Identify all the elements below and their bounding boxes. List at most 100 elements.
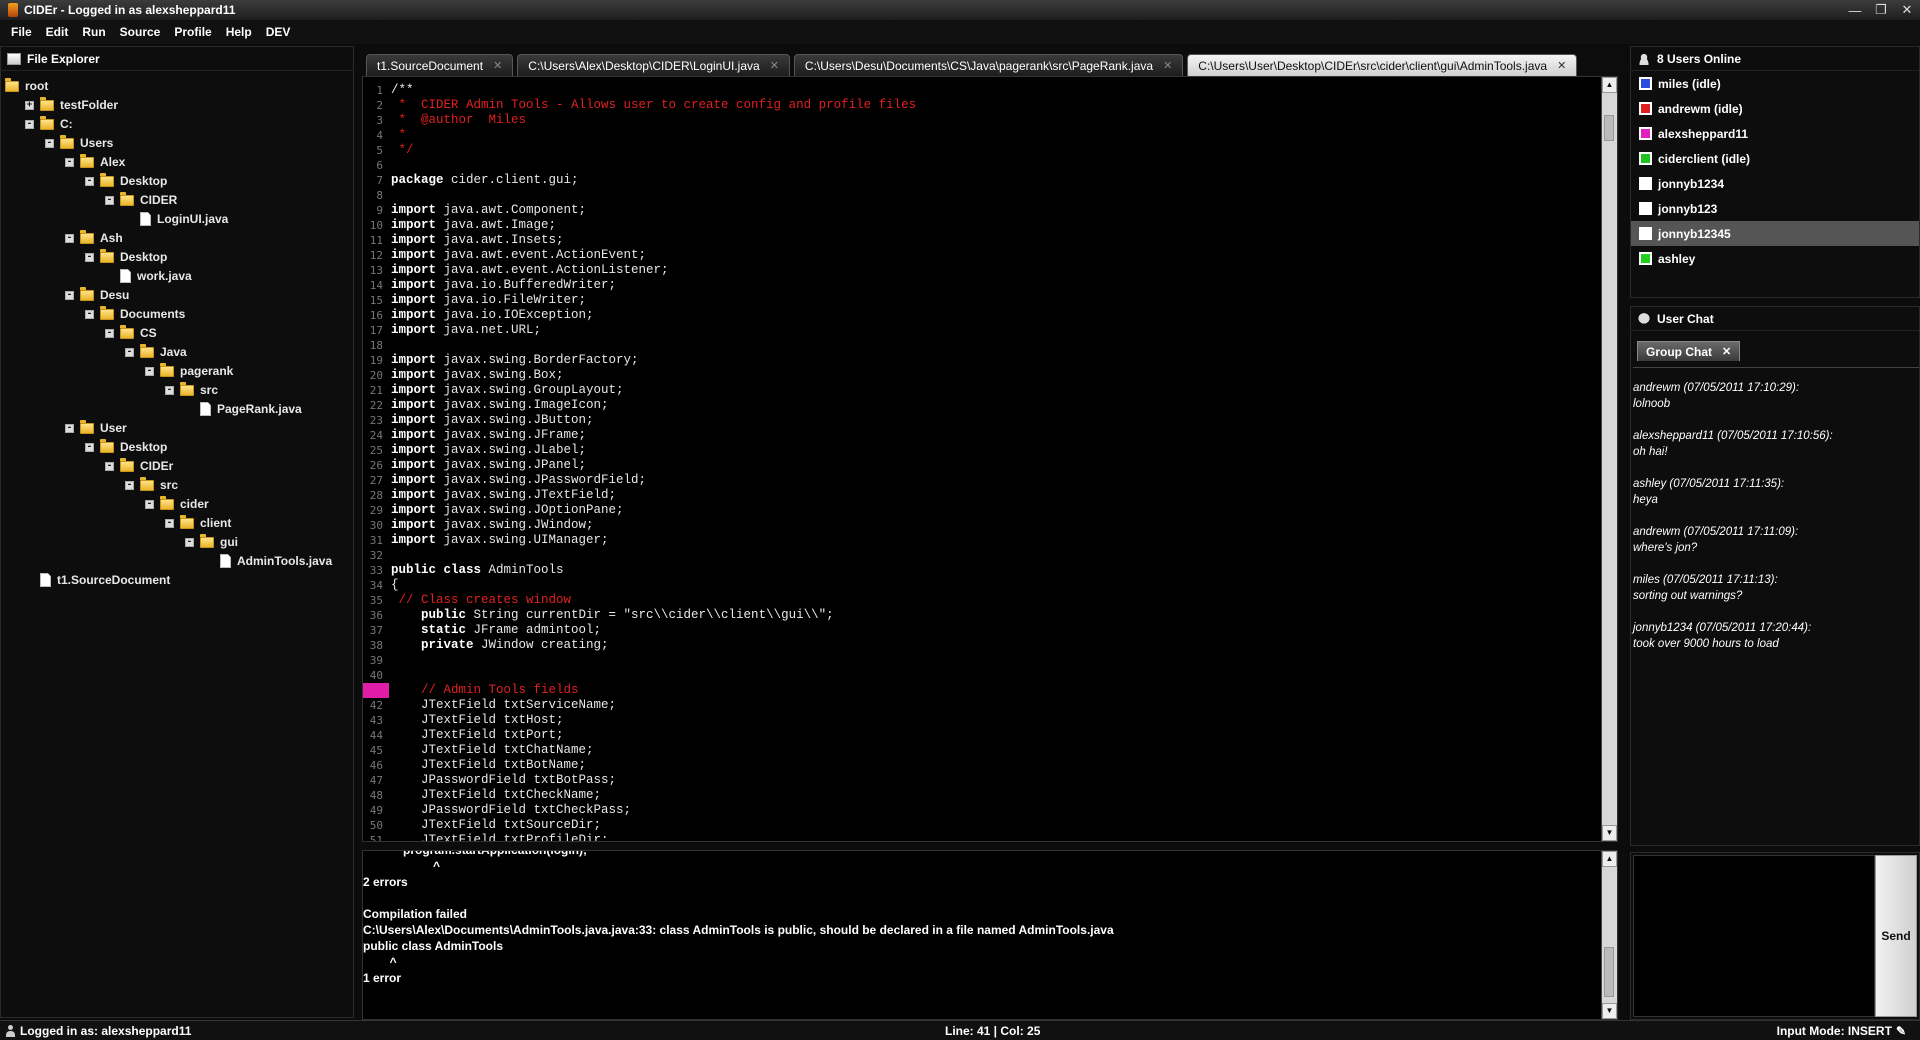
tree-folder[interactable]: - Ash	[65, 229, 123, 247]
send-button[interactable]: Send	[1875, 855, 1917, 1017]
chat-message-header: miles (07/05/2011 17:11:13):	[1633, 574, 1778, 586]
tree-folder[interactable]: - gui	[185, 533, 238, 551]
menu-help[interactable]: Help	[219, 25, 259, 39]
line-number: 21	[369, 384, 383, 397]
tree-item-label: Ash	[100, 231, 123, 245]
scroll-up-icon[interactable]: ▲	[1602, 851, 1617, 867]
close-icon[interactable]: ✕	[1722, 345, 1731, 358]
tree-folder[interactable]: - CIDER	[105, 191, 177, 209]
code-area[interactable]: /** * CIDER Admin Tools - Allows user to…	[391, 83, 1591, 841]
collapse-icon[interactable]: -	[25, 119, 34, 129]
tree-file[interactable]: AdminTools.java	[205, 552, 332, 570]
expand-icon[interactable]: +	[25, 100, 34, 110]
tree-folder[interactable]: - src	[165, 381, 218, 399]
user-name: jonnyb12345	[1658, 226, 1731, 241]
tree-folder[interactable]: - Documents	[85, 305, 185, 323]
user-list-item[interactable]: jonnyb1234	[1631, 171, 1919, 196]
close-icon[interactable]: ✕	[1898, 2, 1916, 18]
user-list-item[interactable]: jonnyb123	[1631, 196, 1919, 221]
editor-scrollbar[interactable]: ▲ ▼	[1601, 77, 1617, 841]
tree-file[interactable]: LoginUI.java	[125, 210, 228, 228]
user-list: miles (idle) andrewm (idle) alexsheppard11…	[1631, 71, 1919, 271]
menu-dev[interactable]: DEV	[259, 25, 298, 39]
collapse-icon[interactable]: -	[45, 138, 54, 148]
tree-folder[interactable]: - Desktop	[85, 438, 167, 456]
collapse-icon[interactable]: -	[85, 442, 94, 452]
collapse-icon[interactable]: -	[65, 423, 74, 433]
editor-tab[interactable]: C:\Users\Alex\Desktop\CIDER\LoginUI.java…	[517, 54, 790, 76]
tree-folder[interactable]: - client	[165, 514, 231, 532]
collapse-icon[interactable]: -	[145, 499, 154, 509]
collapse-icon[interactable]: -	[105, 195, 114, 205]
scroll-down-icon[interactable]: ▼	[1602, 825, 1617, 841]
editor-scroll-thumb[interactable]	[1604, 115, 1614, 141]
tree-folder[interactable]: - User	[65, 419, 127, 437]
menu-edit[interactable]: Edit	[39, 25, 76, 39]
tree-folder[interactable]: - Java	[125, 343, 187, 361]
collapse-icon[interactable]: -	[85, 252, 94, 262]
tree-folder[interactable]: - pagerank	[145, 362, 233, 380]
close-icon[interactable]: ✕	[493, 59, 502, 72]
user-list-item[interactable]: ciderclient (idle)	[1631, 146, 1919, 171]
console-scroll-thumb[interactable]	[1604, 947, 1614, 997]
tree-folder[interactable]: - Desktop	[85, 248, 167, 266]
user-list-item[interactable]: jonnyb12345	[1631, 221, 1919, 246]
close-icon[interactable]: ✕	[770, 59, 779, 72]
user-list-item[interactable]: miles (idle)	[1631, 71, 1919, 96]
compiler-console[interactable]: program.startApplication(login); ^ 2 erro…	[362, 850, 1618, 1020]
tree-folder[interactable]: - Users	[45, 134, 113, 152]
editor-tab[interactable]: t1.SourceDocument ✕	[366, 54, 514, 76]
collapse-icon[interactable]: -	[85, 309, 94, 319]
line-number: 37	[369, 624, 383, 637]
code-line: package cider.client.gui;	[391, 173, 579, 187]
user-list-item[interactable]: ashley	[1631, 246, 1919, 271]
line-number: 10	[369, 219, 383, 232]
user-list-item[interactable]: andrewm (idle)	[1631, 96, 1919, 121]
tab-group-chat[interactable]: Group Chat ✕	[1637, 341, 1741, 361]
collapse-icon[interactable]: -	[185, 537, 194, 547]
tree-folder[interactable]: - src	[125, 476, 178, 494]
tree-folder[interactable]: - C:	[25, 115, 73, 133]
close-icon[interactable]: ✕	[1557, 59, 1566, 72]
tree-folder[interactable]: - CIDEr	[105, 457, 173, 475]
user-list-item[interactable]: alexsheppard11	[1631, 121, 1919, 146]
menu-profile[interactable]: Profile	[167, 25, 218, 39]
menu-file[interactable]: File	[4, 25, 39, 39]
editor-tab[interactable]: C:\Users\Desu\Documents\CS\Java\pagerank…	[793, 54, 1184, 76]
editor-tab[interactable]: C:\Users\User\Desktop\CIDEr\src\cider\cl…	[1187, 54, 1578, 76]
tree-folder[interactable]: - Desktop	[85, 172, 167, 190]
line-number: 46	[369, 759, 383, 772]
collapse-icon[interactable]: -	[165, 518, 174, 528]
collapse-icon[interactable]: -	[125, 480, 134, 490]
tree-file[interactable]: t1.SourceDocument	[25, 571, 170, 589]
console-scrollbar[interactable]: ▲ ▼	[1601, 851, 1617, 1019]
tree-folder[interactable]: - cider	[145, 495, 209, 513]
restore-icon[interactable]: ❐	[1872, 2, 1890, 18]
scroll-up-icon[interactable]: ▲	[1602, 77, 1617, 93]
collapse-icon[interactable]: -	[105, 328, 114, 338]
close-icon[interactable]: ✕	[1163, 59, 1172, 72]
tree-folder[interactable]: + testFolder	[25, 96, 118, 114]
collapse-icon[interactable]: -	[65, 290, 74, 300]
menu-run[interactable]: Run	[75, 25, 112, 39]
collapse-icon[interactable]: -	[125, 347, 134, 357]
collapse-icon[interactable]: -	[65, 157, 74, 167]
minimize-icon[interactable]: —	[1846, 3, 1864, 18]
collapse-icon[interactable]: -	[105, 461, 114, 471]
tree-folder[interactable]: - Alex	[65, 153, 125, 171]
title-bar: CIDEr - Logged in as alexsheppard11 — ❐ …	[0, 0, 1920, 20]
tree-folder[interactable]: root	[5, 77, 48, 95]
collapse-icon[interactable]: -	[165, 385, 174, 395]
scroll-down-icon[interactable]: ▼	[1602, 1003, 1617, 1019]
tree-file[interactable]: PageRank.java	[185, 400, 302, 418]
code-line: import javax.swing.JPanel;	[391, 458, 587, 472]
menu-source[interactable]: Source	[113, 25, 168, 39]
tree-folder[interactable]: - Desu	[65, 286, 129, 304]
tree-file[interactable]: work.java	[105, 267, 192, 285]
collapse-icon[interactable]: -	[65, 233, 74, 243]
collapse-icon[interactable]: -	[145, 366, 154, 376]
chat-message-input[interactable]	[1633, 855, 1875, 1017]
code-editor[interactable]: 1 2 3 4 5 6 7 8 9 10 11 12 13 14 15 16 17 18 19 20 21 22 23 24 2…	[362, 76, 1618, 842]
collapse-icon[interactable]: -	[85, 176, 94, 186]
tree-folder[interactable]: - CS	[105, 324, 157, 342]
